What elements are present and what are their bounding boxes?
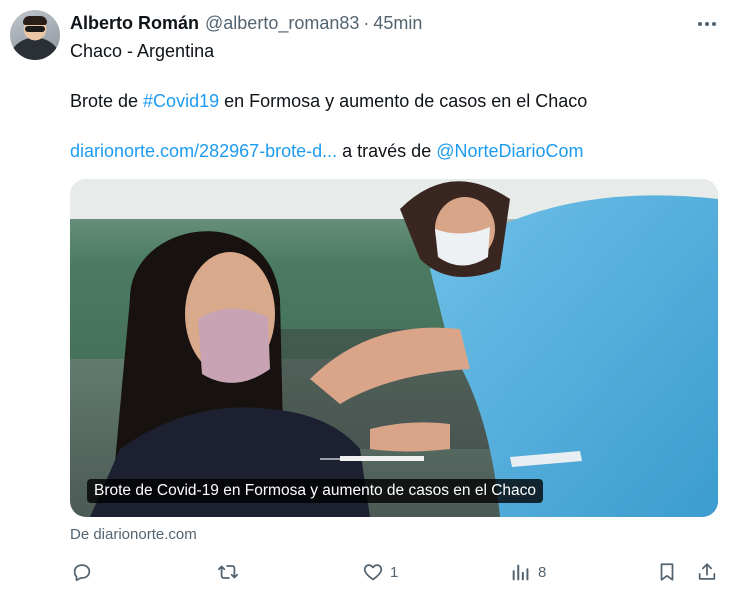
like-button[interactable]: 1 [362, 558, 398, 586]
views-count: 8 [538, 563, 547, 581]
retweet-icon [217, 565, 239, 579]
share-button[interactable] [696, 558, 718, 586]
retweet-button[interactable] [217, 558, 245, 586]
card-caption: Brote de Covid-19 en Formosa y aumento d… [87, 479, 543, 503]
text-suffix: en Formosa y aumento de casos en el Chac… [219, 91, 588, 111]
author-name[interactable]: Alberto Román [70, 13, 199, 34]
tweet[interactable]: Alberto Román @alberto_roman83 · 45min C… [0, 0, 744, 596]
views-button[interactable]: 8 [510, 558, 546, 586]
more-horizontal-icon[interactable] [694, 12, 720, 36]
header-separator: · [363, 13, 370, 33]
share-icon [698, 563, 716, 580]
author-handle[interactable]: @alberto_roman83 [205, 13, 359, 34]
link-card[interactable]: Brote de Covid-19 en Formosa y aumento d… [70, 179, 718, 517]
action-bar: 1 8 [70, 558, 730, 586]
mention-link[interactable]: @NorteDiarioCom [436, 141, 583, 161]
tweet-text-line-1: Chaco - Argentina [70, 41, 215, 61]
hashtag-link[interactable]: #Covid19 [143, 91, 219, 111]
avatar[interactable] [10, 10, 60, 60]
reply-button[interactable] [71, 558, 99, 586]
tweet-text-line-3: diarionorte.com/282967-brote-d... a trav… [70, 141, 584, 162]
text-prefix: Brote de [70, 91, 144, 111]
tweet-time[interactable]: 45min [373, 13, 422, 34]
tweet-text-line-2: Brote de #Covid19 en Formosa y aumento d… [70, 91, 587, 112]
bookmark-icon [660, 563, 674, 581]
card-source[interactable]: De diarionorte.com [70, 526, 197, 543]
views-icon [512, 564, 529, 581]
card-image [70, 179, 718, 517]
avatar-hair [23, 16, 47, 25]
via-text: a través de [337, 141, 437, 161]
reply-icon [73, 564, 91, 582]
heart-icon [363, 564, 383, 581]
like-count: 1 [390, 563, 399, 581]
tweet-header: Alberto Román @alberto_roman83 · 45min [70, 13, 422, 37]
url-link[interactable]: diarionorte.com/282967-brote-d... [70, 141, 337, 161]
bookmark-button[interactable] [656, 558, 678, 586]
avatar-sunglasses [25, 26, 45, 32]
